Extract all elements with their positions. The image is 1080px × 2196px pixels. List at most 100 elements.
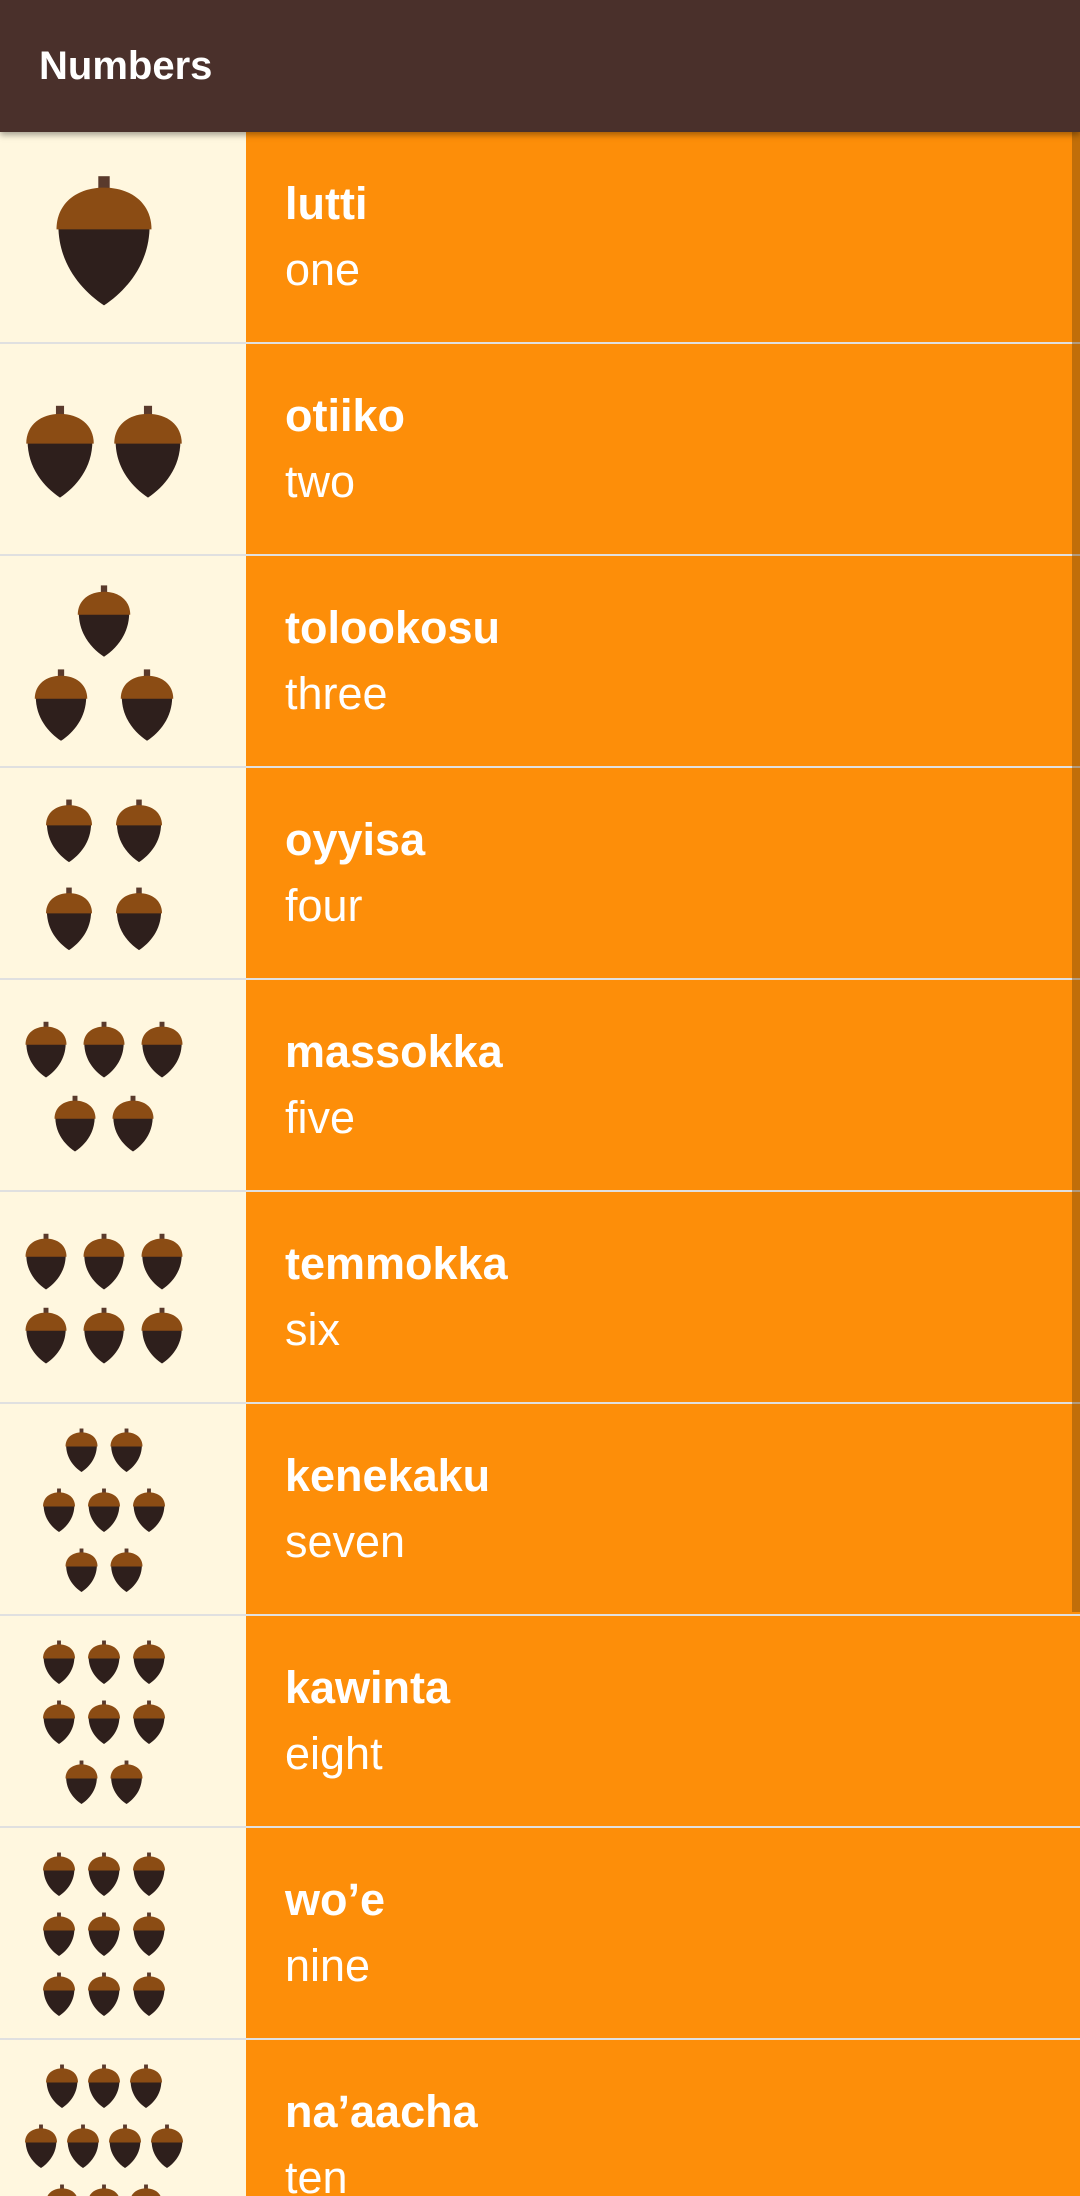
miwok-word: lutti — [285, 178, 368, 229]
number-image — [0, 980, 246, 1190]
number-image — [0, 2040, 246, 2196]
acorn-icon — [67, 2124, 99, 2169]
acorn-icon — [151, 2124, 183, 2169]
english-translation: four — [285, 880, 363, 931]
english-translation: six — [285, 1304, 340, 1355]
acorn-icon — [56, 176, 152, 306]
acorn-icon — [110, 1760, 143, 1805]
miwok-word: wo’e — [285, 1874, 386, 1925]
acorn-group — [43, 1852, 165, 2017]
acorn-icon — [89, 2184, 119, 2196]
acorn-icon — [133, 1640, 165, 1685]
acorn-icon — [26, 405, 94, 498]
acorn-icon — [83, 1233, 125, 1290]
list-item[interactable]: kawinta eight — [0, 1616, 1080, 1828]
list-item[interactable]: temmokka six — [0, 1192, 1080, 1404]
list-item[interactable]: tolookosu three — [0, 556, 1080, 768]
acorn-icon — [131, 2184, 161, 2196]
acorn-group — [34, 585, 174, 741]
numbers-screen: Numbers lutti one otiiko two tolookosu t… — [0, 0, 1080, 2196]
acorn-icon — [88, 1700, 120, 1745]
list-item[interactable]: kenekaku seven — [0, 1404, 1080, 1616]
acorn-icon — [46, 799, 92, 863]
english-translation: eight — [285, 1728, 383, 1779]
acorn-group — [26, 405, 182, 498]
acorn-icon — [133, 1852, 165, 1897]
acorn-icon — [43, 1912, 75, 1957]
word-text-container: tolookosu three — [246, 556, 1080, 766]
number-image — [0, 1192, 246, 1402]
number-image — [0, 1404, 246, 1614]
acorn-group — [56, 176, 152, 306]
acorn-icon — [116, 799, 162, 863]
acorn-icon — [65, 1548, 98, 1593]
word-text-container: temmokka six — [246, 1192, 1080, 1402]
miwok-word: kawinta — [285, 1662, 451, 1713]
acorn-icon — [77, 585, 131, 657]
acorn-icon — [133, 1972, 165, 2017]
acorn-icon — [114, 405, 182, 498]
list-item[interactable]: massokka five — [0, 980, 1080, 1192]
acorn-icon — [65, 1428, 98, 1473]
miwok-word: temmokka — [285, 1238, 508, 1289]
list-item[interactable]: na’aacha ten — [0, 2040, 1080, 2196]
acorn-icon — [83, 1307, 125, 1364]
page-title: Numbers — [39, 44, 213, 88]
miwok-word: otiiko — [285, 390, 405, 441]
list-item[interactable]: oyyisa four — [0, 768, 1080, 980]
list-item[interactable]: otiiko two — [0, 344, 1080, 556]
number-image — [0, 556, 246, 766]
english-translation: ten — [285, 2152, 348, 2196]
word-text-container: lutti one — [246, 132, 1080, 342]
acorn-group — [43, 1640, 165, 1805]
number-image — [0, 768, 246, 978]
miwok-word: kenekaku — [285, 1450, 491, 1501]
acorn-icon — [120, 669, 174, 741]
acorn-icon — [110, 1548, 143, 1593]
acorn-icon — [43, 1972, 75, 2017]
acorn-icon — [110, 1428, 143, 1473]
number-image — [0, 1616, 246, 1826]
acorn-icon — [141, 1233, 183, 1290]
miwok-word: massokka — [285, 1026, 503, 1077]
number-image — [0, 344, 246, 554]
word-text-container: na’aacha ten — [246, 2040, 1080, 2196]
word-text-container: wo’e nine — [246, 1828, 1080, 2038]
word-text-container: massokka five — [246, 980, 1080, 1190]
english-translation: seven — [285, 1516, 406, 1567]
acorn-icon — [25, 1307, 67, 1364]
acorn-icon — [88, 1852, 120, 1897]
acorn-icon — [34, 669, 88, 741]
acorn-icon — [112, 1095, 154, 1152]
acorn-icon — [46, 887, 92, 951]
acorn-icon — [130, 2064, 162, 2109]
list-item[interactable]: lutti one — [0, 132, 1080, 344]
number-image — [0, 132, 246, 342]
acorn-icon — [133, 1700, 165, 1745]
acorn-icon — [88, 1488, 120, 1533]
acorn-icon — [46, 2064, 78, 2109]
acorn-icon — [133, 1912, 165, 1957]
english-translation: five — [285, 1092, 356, 1143]
english-translation: nine — [285, 1940, 371, 1991]
word-text-container: otiiko two — [246, 344, 1080, 554]
acorn-icon — [88, 2064, 120, 2109]
word-text-container: kawinta eight — [246, 1616, 1080, 1826]
acorn-icon — [133, 1488, 165, 1533]
english-translation: two — [285, 456, 356, 507]
miwok-word: na’aacha — [285, 2086, 478, 2137]
word-list[interactable]: lutti one otiiko two tolookosu three oyy… — [0, 132, 1080, 2196]
word-text-container: kenekaku seven — [246, 1404, 1080, 1614]
acorn-icon — [141, 1021, 183, 1078]
acorn-icon — [88, 1912, 120, 1957]
acorn-icon — [24, 2124, 57, 2169]
acorn-icon — [65, 1760, 98, 1805]
acorn-icon — [43, 1488, 75, 1533]
acorn-icon — [43, 1640, 75, 1685]
word-text-container: oyyisa four — [246, 768, 1080, 978]
acorn-icon — [83, 1021, 125, 1078]
english-translation: three — [285, 668, 388, 719]
scrollbar[interactable] — [1072, 132, 1080, 1612]
list-item[interactable]: wo’e nine — [0, 1828, 1080, 2040]
acorn-group — [46, 799, 162, 951]
